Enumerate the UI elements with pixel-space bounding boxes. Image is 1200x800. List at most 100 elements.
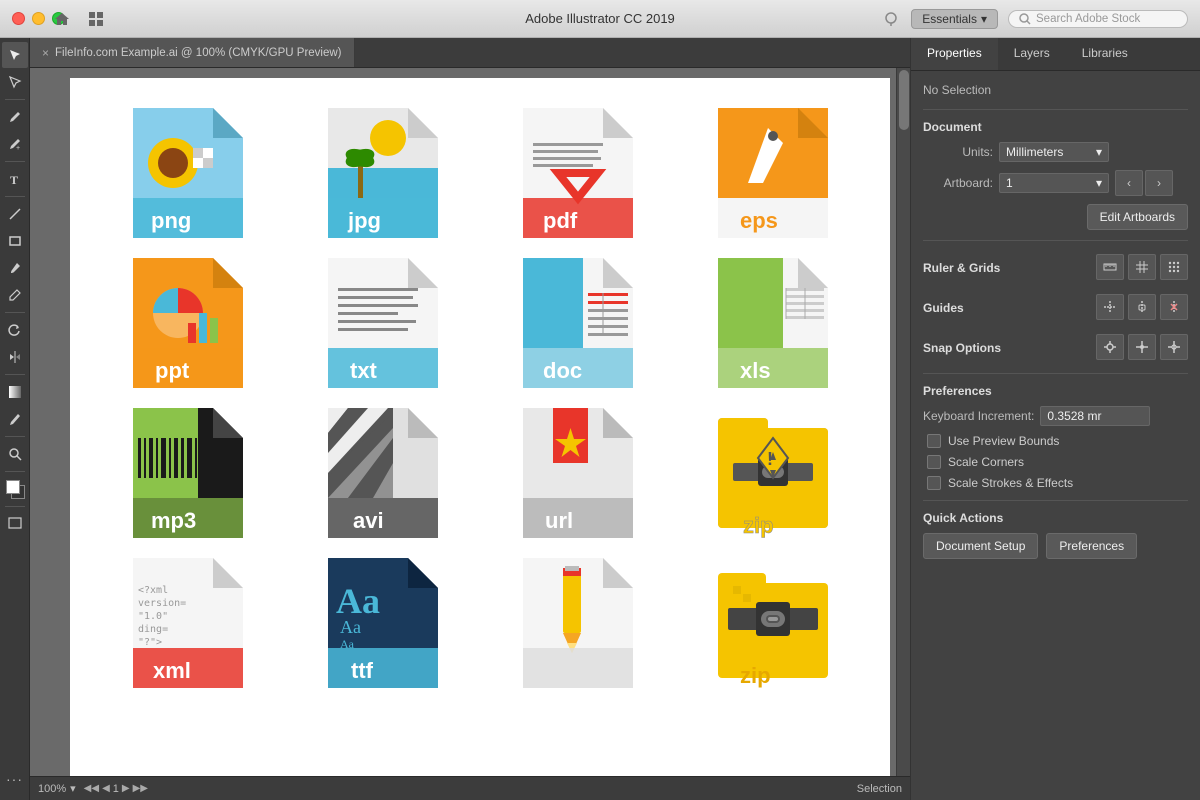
add-anchor-point-tool[interactable]: + xyxy=(2,131,28,157)
svg-text:zip: zip xyxy=(740,663,771,688)
file-icon-doc: doc xyxy=(480,248,675,398)
type-tool[interactable]: T xyxy=(2,166,28,192)
scale-corners-row: Scale Corners xyxy=(923,455,1188,469)
pen-tool[interactable] xyxy=(2,104,28,130)
line-tool[interactable] xyxy=(2,201,28,227)
titlebar: Adobe Illustrator CC 2019 Essentials ▾ S… xyxy=(0,0,1200,38)
tab-properties[interactable]: Properties xyxy=(911,38,998,70)
direct-selection-tool[interactable] xyxy=(2,69,28,95)
rectangle-tool[interactable] xyxy=(2,228,28,254)
canvas-scroll-thumb[interactable] xyxy=(899,70,909,130)
search-adobe-stock[interactable]: Search Adobe Stock xyxy=(1008,10,1188,28)
artboard-select[interactable]: 1 ▾ xyxy=(999,173,1109,193)
home-icon[interactable] xyxy=(48,5,76,33)
scale-strokes-effects-label: Scale Strokes & Effects xyxy=(948,476,1073,490)
next-artboard-step-button[interactable]: ▶ xyxy=(122,783,130,794)
zoom-tool[interactable] xyxy=(2,441,28,467)
reflect-tool[interactable] xyxy=(2,344,28,370)
canvas-container[interactable]: png xyxy=(30,68,910,776)
svg-text:xml: xml xyxy=(153,658,191,683)
document-setup-button[interactable]: Document Setup xyxy=(923,533,1038,559)
snap-grid-icon-btn[interactable] xyxy=(1128,334,1156,360)
document-tab[interactable]: × FileInfo.com Example.ai @ 100% (CMYK/G… xyxy=(30,38,355,67)
prev-artboard-icon-btn[interactable]: ‹ xyxy=(1115,170,1143,196)
preferences-button[interactable]: Preferences xyxy=(1046,533,1137,559)
svg-text:pdf: pdf xyxy=(543,208,578,233)
ruler-icon-btn[interactable] xyxy=(1096,254,1124,280)
paintbrush-tool[interactable] xyxy=(2,255,28,281)
tab-bar: × FileInfo.com Example.ai @ 100% (CMYK/G… xyxy=(30,38,910,68)
guide-lock-icon-btn[interactable] xyxy=(1128,294,1156,320)
svg-text:"?">: "?"> xyxy=(138,637,162,648)
canvas-area: × FileInfo.com Example.ai @ 100% (CMYK/G… xyxy=(30,38,910,800)
guide-add-icon-btn[interactable] xyxy=(1096,294,1124,320)
file-icon-eps: eps xyxy=(675,98,870,248)
divider-2 xyxy=(923,240,1188,241)
guides-label: Guides xyxy=(923,301,964,315)
close-window-button[interactable] xyxy=(12,12,25,25)
snap-options-row: Snap Options xyxy=(923,331,1188,363)
scale-strokes-effects-row: Scale Strokes & Effects xyxy=(923,476,1188,490)
pencil-tool[interactable] xyxy=(2,282,28,308)
file-icon-url: url xyxy=(480,398,675,548)
svg-text:ding=: ding= xyxy=(138,624,168,635)
scale-corners-checkbox[interactable] xyxy=(927,455,941,469)
tab-close-icon[interactable]: × xyxy=(42,46,49,60)
rotate-tool[interactable] xyxy=(2,317,28,343)
svg-text:eps: eps xyxy=(740,208,778,233)
minimize-window-button[interactable] xyxy=(32,12,45,25)
next-artboard-icon-btn[interactable]: › xyxy=(1145,170,1173,196)
fill-stroke-indicator[interactable] xyxy=(2,476,28,502)
dot-grid-icon-btn[interactable] xyxy=(1160,254,1188,280)
artboard: png xyxy=(70,78,890,776)
svg-text:avi: avi xyxy=(353,508,384,533)
file-icon-zip-folder: ! zip xyxy=(675,398,870,548)
tab-title: FileInfo.com Example.ai @ 100% (CMYK/GPU… xyxy=(55,47,341,59)
right-panel: Properties Layers Libraries No Selection… xyxy=(910,38,1200,800)
panel-tabs: Properties Layers Libraries xyxy=(911,38,1200,71)
keyboard-increment-input[interactable]: 0.3528 mr xyxy=(1040,406,1150,426)
next-artboard-button[interactable]: ▶▶ xyxy=(133,783,148,794)
selection-tool[interactable] xyxy=(2,42,28,68)
snap-pixel-icon-btn[interactable] xyxy=(1160,334,1188,360)
svg-text:"1.0": "1.0" xyxy=(138,611,168,622)
zoom-dropdown-icon[interactable]: ▾ xyxy=(70,782,76,795)
svg-text:ttf: ttf xyxy=(351,658,374,683)
zoom-level: 100% xyxy=(38,783,66,795)
toolbar: + T xyxy=(0,38,30,800)
guide-clear-icon-btn[interactable] xyxy=(1160,294,1188,320)
tab-libraries[interactable]: Libraries xyxy=(1066,38,1144,70)
eyedropper-tool[interactable] xyxy=(2,406,28,432)
tool-divider-7 xyxy=(5,471,25,472)
gradient-tool[interactable] xyxy=(2,379,28,405)
tool-divider-6 xyxy=(5,436,25,437)
file-icon-ttf: Aa Aa Aa ttf xyxy=(285,548,480,698)
zoom-control[interactable]: 100% ▾ xyxy=(38,782,76,795)
svg-text:xls: xls xyxy=(740,358,771,383)
tab-layers[interactable]: Layers xyxy=(998,38,1066,70)
use-preview-bounds-checkbox[interactable] xyxy=(927,434,941,448)
ruler-grids-row: Ruler & Grids xyxy=(923,251,1188,283)
app-title: Adobe Illustrator CC 2019 xyxy=(525,11,675,26)
preferences-section-title: Preferences xyxy=(923,384,1188,398)
snap-options-label: Snap Options xyxy=(923,341,1001,355)
edit-artboards-button[interactable]: Edit Artboards xyxy=(1087,204,1188,230)
titlebar-right-controls: Essentials ▾ Search Adobe Stock xyxy=(881,9,1188,29)
svg-text:url: url xyxy=(545,508,573,533)
scale-strokes-effects-checkbox[interactable] xyxy=(927,476,941,490)
snap-point-icon-btn[interactable] xyxy=(1096,334,1124,360)
prev-artboard-button[interactable]: ◀◀ xyxy=(84,783,99,794)
svg-text:<?xml: <?xml xyxy=(138,585,168,596)
canvas-scrollbar[interactable] xyxy=(896,68,910,776)
apps-grid-icon[interactable] xyxy=(82,5,110,33)
main-layout: + T xyxy=(0,38,1200,800)
panel-content: No Selection Document Units: Millimeters… xyxy=(911,71,1200,800)
prev-artboard-step-button[interactable]: ◀ xyxy=(102,783,110,794)
units-select[interactable]: Millimeters ▾ xyxy=(999,142,1109,162)
more-tools-button[interactable]: ··· xyxy=(2,766,28,792)
units-label: Units: xyxy=(923,145,993,159)
grid-icon-btn[interactable] xyxy=(1128,254,1156,280)
workspace-selector[interactable]: Essentials ▾ xyxy=(911,9,998,29)
divider-4 xyxy=(923,500,1188,501)
screen-mode-button[interactable] xyxy=(2,511,28,537)
